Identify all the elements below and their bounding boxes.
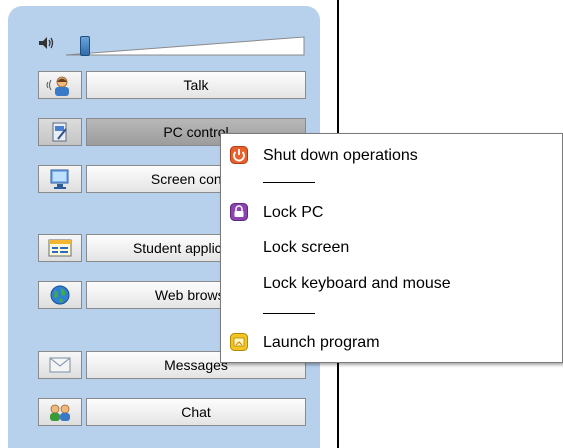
chat-icon-box — [38, 398, 82, 426]
menu-label-lock-pc: Lock PC — [263, 204, 324, 221]
launch-program-icon — [230, 333, 248, 351]
pc-control-context-menu: Shut down operations Lock PC Lock screen… — [220, 133, 563, 363]
pc-control-icon — [52, 122, 67, 142]
globe-icon-box — [38, 281, 82, 309]
pc-control-icon-box — [38, 118, 82, 146]
talk-person-icon — [46, 76, 69, 96]
speaker-icon[interactable] — [38, 36, 56, 50]
volume-control — [38, 30, 308, 56]
menu-label-lock-screen: Lock screen — [263, 239, 350, 256]
volume-track — [65, 36, 305, 56]
volume-thumb[interactable] — [80, 36, 90, 56]
menu-label-launch-program: Launch program — [263, 334, 380, 351]
chat-people-icon — [50, 404, 70, 421]
student-apps-icon-box — [38, 234, 82, 262]
envelope-icon — [49, 357, 71, 373]
talk-button[interactable]: Talk — [38, 71, 306, 99]
menu-separator — [263, 313, 315, 314]
chat-button[interactable]: Chat — [38, 398, 306, 426]
lock-icon — [230, 203, 248, 221]
menu-label-lock-keyboard-mouse: Lock keyboard and mouse — [263, 275, 451, 292]
menu-item-lock-pc[interactable]: Lock PC — [221, 197, 562, 227]
screen-control-icon — [50, 169, 69, 189]
menu-separator — [263, 182, 315, 183]
power-icon — [230, 146, 248, 164]
menu-item-launch-program[interactable]: Launch program — [221, 327, 562, 357]
menu-item-lock-keyboard-mouse[interactable]: Lock keyboard and mouse — [221, 268, 562, 298]
globe-icon — [50, 285, 70, 305]
talk-icon-box — [38, 71, 82, 99]
menu-label-shut-down: Shut down operations — [263, 147, 418, 164]
volume-slider[interactable] — [65, 34, 306, 56]
student-apps-icon — [48, 239, 72, 257]
menu-item-shut-down-operations[interactable]: Shut down operations — [221, 140, 562, 170]
talk-label: Talk — [86, 71, 306, 99]
menu-item-lock-screen[interactable]: Lock screen — [221, 232, 562, 262]
envelope-icon-box — [38, 351, 82, 379]
screen-control-icon-box — [38, 165, 82, 193]
chat-label: Chat — [86, 398, 306, 426]
